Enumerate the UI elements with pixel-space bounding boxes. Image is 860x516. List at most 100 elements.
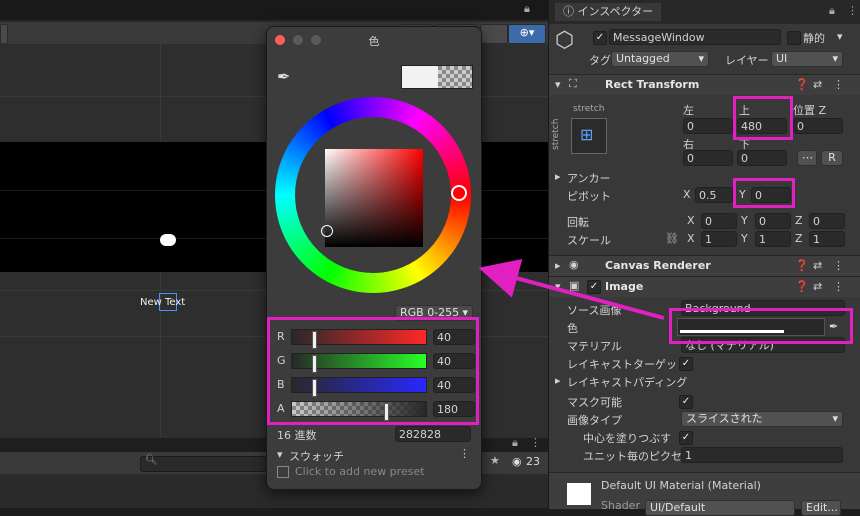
rot-z-field[interactable]: 0 [809, 213, 845, 229]
posz-label: 位置 Z [793, 104, 827, 117]
star-icon[interactable]: ★ [490, 454, 500, 467]
material-preview [567, 483, 591, 505]
hue-handle[interactable] [451, 185, 467, 201]
eye-icon: ◉ [569, 258, 579, 271]
raycast-target-checkbox[interactable]: ✓ [679, 357, 693, 371]
image-type-label: 画像タイプ [567, 414, 622, 427]
menu-icon[interactable]: ⋮ [530, 436, 541, 449]
hex-label: 16 進数 [277, 429, 317, 442]
static-dropdown-icon[interactable]: ▾ [837, 30, 843, 43]
layer-dropdown[interactable]: UI ▾ [771, 51, 843, 67]
help-icon[interactable]: ❓ [795, 78, 809, 91]
highlight-color-field [669, 308, 853, 344]
object-name-field[interactable]: MessageWindow [609, 29, 781, 45]
toolbar-button[interactable] [0, 24, 8, 44]
source-image-label: ソース画像 [567, 304, 622, 317]
scale-y-field[interactable]: 1 [755, 231, 791, 247]
scale-x-field[interactable]: 1 [701, 231, 737, 247]
gizmo-icon[interactable]: ⊕▾ [508, 24, 546, 44]
posz-field[interactable]: 0 [793, 118, 843, 134]
pivot-x-field[interactable]: 0.5 [695, 187, 733, 203]
static-checkbox[interactable] [787, 31, 801, 45]
preset-icon[interactable]: ⇄ [813, 78, 822, 91]
picker-title: 色 [368, 35, 380, 48]
color-preview [401, 65, 473, 89]
scene-top-bar: 🔒︎ [0, 0, 548, 20]
fold-arrow-icon[interactable]: ▸ [555, 374, 561, 387]
menu-icon[interactable]: ⋮ [459, 447, 470, 460]
rot-x-field[interactable]: 0 [701, 213, 737, 229]
color-label: 色 [567, 322, 578, 335]
scale-label: スケール [567, 234, 611, 247]
chevron-down-icon: ▾ [698, 52, 704, 65]
inspector-tab-label: インスペクター [577, 5, 654, 18]
raw-edit-button[interactable]: R [821, 150, 843, 166]
menu-icon[interactable]: ⋮ [833, 280, 844, 293]
active-checkbox[interactable]: ✓ [593, 31, 607, 45]
render-mode-button[interactable] [480, 24, 508, 44]
shader-dropdown[interactable]: UI/Default [645, 500, 795, 516]
bottom-field[interactable]: 0 [737, 150, 787, 166]
ppu-label: ユニット毎のピクセル [583, 450, 693, 463]
rot-y-field[interactable]: 0 [755, 213, 791, 229]
rot-x-label: X [687, 214, 695, 227]
image-icon: ▣ [569, 279, 580, 292]
image-header[interactable]: ▾ ▣ ✓ Image ❓ ⇄ ⋮ [549, 276, 860, 297]
blueprint-icon: ⋯ [802, 151, 813, 164]
canvas-renderer-header[interactable]: ▸ ◉ Canvas Renderer ❓ ⇄ ⋮ [549, 255, 860, 276]
image-enabled-checkbox[interactable]: ✓ [587, 280, 601, 294]
fold-arrow-icon[interactable]: ▸ [555, 259, 561, 272]
chevron-down-icon: ▾ [832, 52, 838, 65]
shader-edit-button[interactable]: Edit... [801, 500, 841, 516]
search-icon: 🔍︎ [145, 455, 158, 466]
fill-center-checkbox[interactable]: ✓ [679, 431, 693, 445]
gameobject-cube-icon: ⬡ [555, 28, 575, 53]
help-icon[interactable]: ❓ [795, 280, 809, 293]
swatch-library-icon[interactable] [277, 466, 289, 478]
eyedropper-icon[interactable]: ✒ [277, 67, 290, 86]
pivot-x-label: X [683, 188, 691, 201]
lock-icon[interactable]: 🔒︎ [829, 4, 835, 18]
image-type-dropdown[interactable]: スライスされた ▾ [681, 411, 843, 427]
right-field[interactable]: 0 [683, 150, 733, 166]
inspector-tab[interactable]: ⓘ インスペクター [555, 3, 662, 21]
sv-handle[interactable] [321, 225, 333, 237]
tag-dropdown[interactable]: Untagged ▾ [611, 51, 709, 67]
new-text-label[interactable]: New Text [140, 297, 185, 308]
layer-value: UI [776, 52, 788, 65]
menu-icon[interactable]: ⋮ [833, 259, 844, 272]
highlight-pivot-y [733, 178, 795, 208]
left-field[interactable]: 0 [683, 118, 733, 134]
shader-label: Shader [601, 499, 640, 512]
eye-slash-icon[interactable]: ◉ [512, 455, 522, 468]
material-title: Default UI Material (Material) [601, 479, 761, 492]
rect-transform-icon: ⛶ [569, 77, 577, 90]
saturation-value-square[interactable] [321, 149, 423, 247]
fold-arrow-icon[interactable]: ▸ [555, 170, 561, 183]
fold-arrow-icon[interactable]: ▾ [277, 448, 283, 461]
scale-y-label: Y [741, 232, 748, 245]
hex-field[interactable]: 282828 [395, 426, 471, 442]
stretch-side-label: stretch [551, 118, 561, 150]
highlight-rgba-sliders [267, 317, 479, 425]
menu-icon[interactable]: ⋮ [847, 4, 858, 17]
image-title: Image [605, 280, 644, 293]
rect-transform-header[interactable]: ▾ ⛶ Rect Transform ❓ ⇄ ⋮ [549, 74, 860, 95]
swatches-label: スウォッチ [289, 450, 344, 463]
preset-icon[interactable]: ⇄ [813, 280, 822, 293]
help-icon[interactable]: ❓ [795, 259, 809, 272]
lock-icon[interactable]: 🔒︎ [524, 2, 530, 16]
fold-arrow-icon[interactable]: ▾ [555, 280, 561, 293]
maskable-checkbox[interactable]: ✓ [679, 395, 693, 409]
lock-icon[interactable]: 🔒︎ [512, 436, 518, 450]
ppu-field[interactable]: 1 [681, 447, 843, 463]
anchor-stretch-icon: ⊞ [580, 125, 594, 144]
constrain-link-icon[interactable]: ⛓ [665, 232, 679, 245]
scale-z-field[interactable]: 1 [809, 231, 845, 247]
menu-icon[interactable]: ⋮ [833, 78, 844, 91]
fold-arrow-icon[interactable]: ▾ [555, 78, 561, 91]
blueprint-button[interactable]: ⋯ [797, 150, 817, 166]
left-label: 左 [683, 104, 694, 117]
preset-icon[interactable]: ⇄ [813, 259, 822, 272]
anchor-preset-button[interactable]: ⊞ [571, 118, 607, 154]
